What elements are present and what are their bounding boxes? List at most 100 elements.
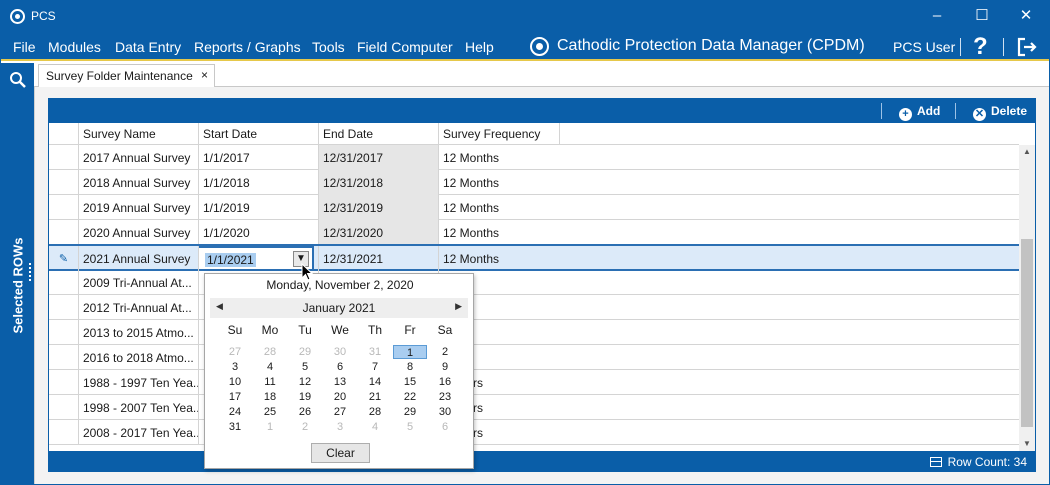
calendar-day[interactable]: 20	[323, 390, 357, 404]
table-row[interactable]: ✎ 2021 Annual Survey 1/1/2021 ▼ 12/31/2021 12…	[49, 244, 1019, 271]
calendar-day[interactable]: 9	[428, 360, 462, 374]
calendar-day[interactable]: 5	[393, 420, 427, 434]
calendar-day[interactable]: 30	[428, 405, 462, 419]
calendar-day[interactable]: 13	[323, 375, 357, 389]
calendar-day[interactable]: 10	[218, 375, 252, 389]
column-header-start-date[interactable]: Start Date	[199, 123, 319, 145]
table-cell[interactable]: 2008 - 2017 Ten Yea...	[79, 420, 199, 445]
menu-data-entry[interactable]: Data Entry	[115, 39, 181, 55]
table-cell[interactable]: 2020 Annual Survey	[79, 220, 199, 245]
start-date-editor[interactable]: 1/1/2021 ▼	[199, 246, 314, 271]
menu-file[interactable]: File	[13, 39, 36, 55]
table-row[interactable]: 2018 Annual Survey 1/1/2018 12/31/2018 12 M…	[49, 170, 1019, 195]
scrollbar-thumb[interactable]	[1021, 239, 1033, 427]
row-indicator[interactable]	[49, 420, 79, 445]
month-label[interactable]: January 2021	[303, 301, 376, 315]
calendar-day[interactable]: 17	[218, 390, 252, 404]
table-cell[interactable]: 1/1/2020	[199, 220, 319, 245]
calendar-day[interactable]: 1	[393, 345, 427, 359]
calendar-day[interactable]: 24	[218, 405, 252, 419]
menu-field-computer[interactable]: Field Computer	[357, 39, 453, 55]
table-row[interactable]: 2012 Tri-Annual At...	[49, 295, 1019, 320]
table-cell[interactable]: 12/31/2017	[319, 145, 439, 170]
scroll-up-icon[interactable]: ▲	[1022, 147, 1032, 157]
calendar-day[interactable]: 22	[393, 390, 427, 404]
row-indicator[interactable]	[49, 295, 79, 320]
add-button[interactable]: + Add	[899, 104, 940, 121]
table-cell[interactable]: 12 Months	[439, 170, 560, 195]
calendar-day[interactable]: 27	[323, 405, 357, 419]
calendar-day[interactable]: 29	[393, 405, 427, 419]
column-header-end-date[interactable]: End Date	[319, 123, 439, 145]
help-icon[interactable]: ?	[973, 33, 988, 61]
table-cell[interactable]: 2013 to 2015 Atmo...	[79, 320, 199, 345]
menu-reports-graphs[interactable]: Reports / Graphs	[194, 39, 301, 55]
table-cell[interactable]: 1988 - 1997 Ten Yea...	[79, 370, 199, 395]
table-row[interactable]: 2008 - 2017 Ten Yea... rs	[49, 420, 1019, 445]
table-cell[interactable]: 2018 Annual Survey	[79, 170, 199, 195]
table-cell[interactable]: 2017 Annual Survey	[79, 145, 199, 170]
table-cell[interactable]: 12/31/2021	[319, 246, 439, 271]
calendar-day[interactable]: 6	[428, 420, 462, 434]
tab-close-icon[interactable]: ×	[201, 68, 208, 82]
calendar-day[interactable]: 2	[288, 420, 322, 434]
row-indicator[interactable]	[49, 395, 79, 420]
table-cell[interactable]: 12 Months	[439, 246, 560, 271]
table-row[interactable]: 2016 to 2018 Atmo...	[49, 345, 1019, 370]
table-cell[interactable]: 12 Months	[439, 195, 560, 220]
row-indicator[interactable]	[49, 220, 79, 245]
table-row[interactable]: 1988 - 1997 Ten Yea... rs	[49, 370, 1019, 395]
calendar-day[interactable]: 19	[288, 390, 322, 404]
calendar-day[interactable]: 18	[253, 390, 287, 404]
calendar-day[interactable]: 4	[358, 420, 392, 434]
delete-button[interactable]: ✕ Delete	[973, 104, 1027, 121]
menu-help[interactable]: Help	[465, 39, 494, 55]
table-row[interactable]: 2009 Tri-Annual At...	[49, 270, 1019, 295]
table-row[interactable]: 1998 - 2007 Ten Yea... rs	[49, 395, 1019, 420]
calendar-day[interactable]: 31	[358, 345, 392, 359]
selected-rows-label[interactable]: Selected ROWs	[11, 231, 26, 341]
vertical-scrollbar[interactable]: ▲ ▼	[1019, 145, 1035, 451]
calendar-day[interactable]: 11	[253, 375, 287, 389]
next-month-icon[interactable]: ▶	[455, 301, 462, 312]
calendar-day[interactable]: 26	[288, 405, 322, 419]
table-row[interactable]: 2013 to 2015 Atmo...	[49, 320, 1019, 345]
start-date-input[interactable]: 1/1/2021	[205, 253, 256, 267]
calendar-day[interactable]: 3	[323, 420, 357, 434]
table-cell[interactable]: 12 Months	[439, 145, 560, 170]
menu-tools[interactable]: Tools	[312, 39, 345, 55]
table-cell[interactable]: 12/31/2018	[319, 170, 439, 195]
clear-button[interactable]: Clear	[311, 443, 370, 463]
scroll-down-icon[interactable]: ▼	[1022, 439, 1032, 449]
row-indicator[interactable]	[49, 320, 79, 345]
minimize-button[interactable]: –	[914, 1, 960, 32]
calendar-day[interactable]: 1	[253, 420, 287, 434]
calendar-day[interactable]: 25	[253, 405, 287, 419]
calendar-day[interactable]: 14	[358, 375, 392, 389]
calendar-day[interactable]: 8	[393, 360, 427, 374]
table-cell[interactable]: 1998 - 2007 Ten Yea...	[79, 395, 199, 420]
calendar-day[interactable]: 23	[428, 390, 462, 404]
table-cell[interactable]: 2019 Annual Survey	[79, 195, 199, 220]
calendar-day[interactable]: 7	[358, 360, 392, 374]
column-header-survey-name[interactable]: Survey Name	[79, 123, 199, 145]
logout-icon[interactable]	[1016, 36, 1038, 58]
calendar-day[interactable]: 4	[253, 360, 287, 374]
table-cell[interactable]: 12/31/2019	[319, 195, 439, 220]
calendar-day[interactable]: 2	[428, 345, 462, 359]
tab-survey-folder-maintenance[interactable]: Survey Folder Maintenance ×	[38, 64, 215, 88]
row-indicator[interactable]	[49, 370, 79, 395]
table-row[interactable]: 2017 Annual Survey 1/1/2017 12/31/2017 12 M…	[49, 145, 1019, 170]
calendar-day[interactable]: 5	[288, 360, 322, 374]
row-indicator[interactable]	[49, 195, 79, 220]
calendar-day[interactable]: 6	[323, 360, 357, 374]
calendar-day[interactable]: 3	[218, 360, 252, 374]
table-cell[interactable]: 2021 Annual Survey	[79, 246, 199, 271]
search-icon[interactable]	[9, 71, 27, 89]
calendar-day[interactable]: 31	[218, 420, 252, 434]
calendar-day[interactable]: 29	[288, 345, 322, 359]
table-cell[interactable]: 12/31/2020	[319, 220, 439, 245]
table-row[interactable]: 2020 Annual Survey 1/1/2020 12/31/2020 12 M…	[49, 220, 1019, 245]
row-indicator[interactable]	[49, 270, 79, 295]
table-row[interactable]: 2019 Annual Survey 1/1/2019 12/31/2019 12 M…	[49, 195, 1019, 220]
